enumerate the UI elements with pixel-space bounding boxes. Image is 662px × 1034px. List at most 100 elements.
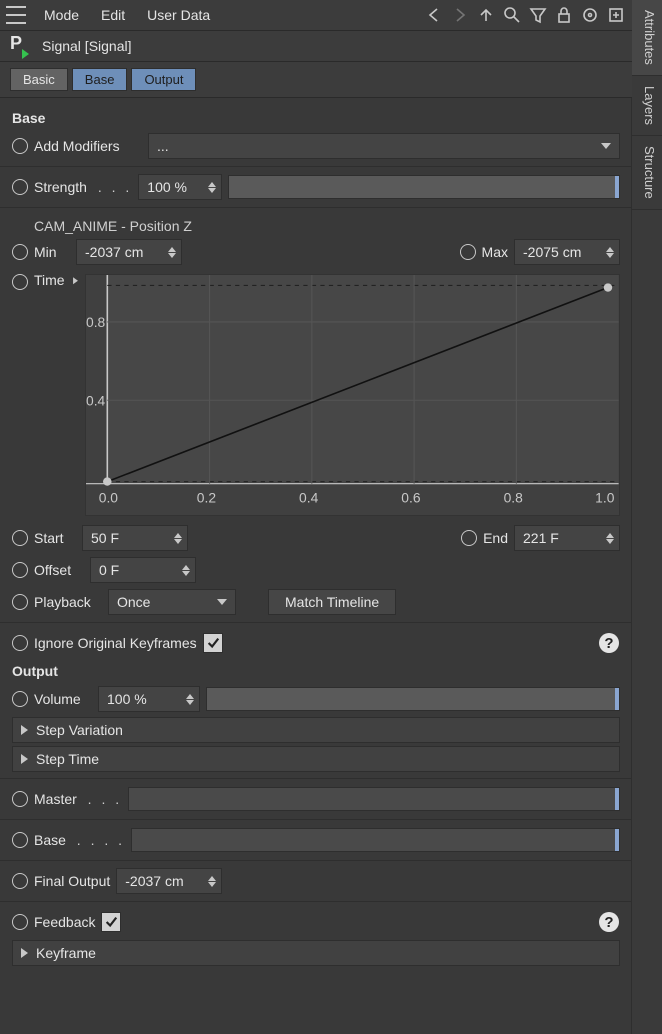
keyframe-dot[interactable] [12, 635, 28, 651]
end-field[interactable]: 221 F [514, 525, 620, 551]
ignore-keyframes-label: Ignore Original Keyframes [34, 635, 197, 651]
add-modifiers-label: Add Modifiers [34, 138, 142, 154]
playback-label: Playback [34, 594, 102, 610]
tab-basic[interactable]: Basic [10, 68, 68, 91]
keyframe-dot[interactable] [12, 832, 28, 848]
step-variation-label: Step Variation [36, 722, 123, 738]
svg-text:0.2: 0.2 [197, 491, 216, 506]
base-slider[interactable] [131, 828, 620, 852]
new-window-icon[interactable] [606, 5, 626, 25]
keyframe-dot[interactable] [12, 562, 28, 578]
tab-base[interactable]: Base [72, 68, 128, 91]
step-time-label: Step Time [36, 751, 99, 767]
playback-select[interactable]: Once [108, 589, 236, 615]
chevron-down-icon [217, 599, 227, 605]
menu-mode[interactable]: Mode [34, 5, 89, 25]
object-header: P Signal [Signal] [0, 31, 632, 62]
step-time-group[interactable]: Step Time [12, 746, 620, 772]
help-icon[interactable]: ? [598, 911, 620, 933]
svg-text:1.0: 1.0 [596, 491, 616, 506]
keyframe-dot[interactable] [461, 530, 477, 546]
max-label: Max [482, 244, 508, 260]
step-variation-group[interactable]: Step Variation [12, 717, 620, 743]
target-icon[interactable] [580, 5, 600, 25]
keyframe-dot[interactable] [12, 530, 28, 546]
min-label: Min [34, 244, 70, 260]
end-value: 221 F [523, 530, 559, 546]
volume-label: Volume [34, 691, 92, 707]
menu-edit[interactable]: Edit [91, 5, 135, 25]
object-title: Signal [Signal] [42, 38, 132, 54]
chevron-right-icon [21, 754, 28, 764]
filter-icon[interactable] [528, 5, 548, 25]
feedback-checkbox[interactable] [101, 912, 121, 932]
svg-text:0.8: 0.8 [504, 491, 524, 506]
lock-icon[interactable] [554, 5, 574, 25]
keyframe-dot[interactable] [12, 691, 28, 707]
add-modifiers-select[interactable]: ... [148, 133, 620, 159]
keyframe-dot[interactable] [12, 179, 28, 195]
keyframe-dot[interactable] [460, 244, 476, 260]
nav-up-icon[interactable] [476, 5, 496, 25]
start-field[interactable]: 50 F [82, 525, 188, 551]
volume-field[interactable]: 100 % [98, 686, 200, 712]
final-output-value: -2037 cm [125, 873, 183, 889]
search-icon[interactable] [502, 5, 522, 25]
sidepanel-tab-structure[interactable]: Structure [632, 136, 662, 210]
strength-slider[interactable] [228, 175, 620, 199]
menubar: Mode Edit User Data [0, 0, 632, 31]
sidepanel-tab-attributes[interactable]: Attributes [632, 0, 662, 76]
keyframe-dot[interactable] [12, 594, 28, 610]
help-icon[interactable]: ? [598, 632, 620, 654]
chevron-down-icon [601, 143, 611, 149]
group-output-header: Output [12, 663, 620, 679]
menu-userdata[interactable]: User Data [137, 5, 220, 25]
keyframe-dot[interactable] [12, 244, 28, 260]
time-curve-editor[interactable]: 0.80.4 0.00.2 0.40.6 0.81.0 [85, 274, 620, 516]
svg-text:0.6: 0.6 [402, 491, 422, 506]
time-label: Time [34, 272, 79, 288]
chevron-right-icon [73, 277, 78, 284]
add-modifiers-value: ... [157, 138, 169, 154]
master-slider[interactable] [128, 787, 620, 811]
svg-text:?: ? [604, 914, 613, 931]
keyframe-dot[interactable] [12, 873, 28, 889]
tab-row: Basic Base Output [0, 62, 632, 98]
track-name: CAM_ANIME - Position Z [34, 218, 620, 234]
match-timeline-button[interactable]: Match Timeline [268, 589, 396, 615]
keyframe-dot[interactable] [12, 791, 28, 807]
keyframe-dot[interactable] [12, 274, 28, 290]
svg-text:0.0: 0.0 [99, 491, 119, 506]
offset-label: Offset [34, 562, 84, 578]
sidepanel-tab-layers[interactable]: Layers [632, 76, 662, 136]
feedback-label: Feedback [34, 914, 95, 930]
keyframe-group[interactable]: Keyframe [12, 940, 620, 966]
nav-back-icon[interactable] [424, 5, 444, 25]
keyframe-dot[interactable] [12, 138, 28, 154]
volume-slider[interactable] [206, 687, 620, 711]
svg-text:0.4: 0.4 [86, 394, 106, 409]
min-field[interactable]: -2037 cm [76, 239, 182, 265]
chevron-right-icon [21, 725, 28, 735]
tab-output[interactable]: Output [131, 68, 196, 91]
strength-field[interactable]: 100 % [138, 174, 222, 200]
ignore-keyframes-checkbox[interactable] [203, 633, 223, 653]
final-output-label: Final Output [34, 873, 110, 889]
playback-value: Once [117, 594, 150, 610]
strength-label: Strength . . . [34, 179, 132, 195]
keyframe-dot[interactable] [12, 914, 28, 930]
start-value: 50 F [91, 530, 119, 546]
master-label: Master . . . [34, 791, 122, 807]
volume-value: 100 % [107, 691, 147, 707]
signal-icon: P [10, 35, 32, 57]
strength-value: 100 % [147, 179, 187, 195]
offset-field[interactable]: 0 F [90, 557, 196, 583]
keyframe-label: Keyframe [36, 945, 96, 961]
max-field[interactable]: -2075 cm [514, 239, 620, 265]
max-value: -2075 cm [523, 244, 581, 260]
group-base-header: Base [12, 110, 620, 126]
final-output-field[interactable]: -2037 cm [116, 868, 222, 894]
menu-icon[interactable] [6, 6, 26, 24]
end-label: End [483, 530, 508, 546]
nav-forward-icon[interactable] [450, 5, 470, 25]
